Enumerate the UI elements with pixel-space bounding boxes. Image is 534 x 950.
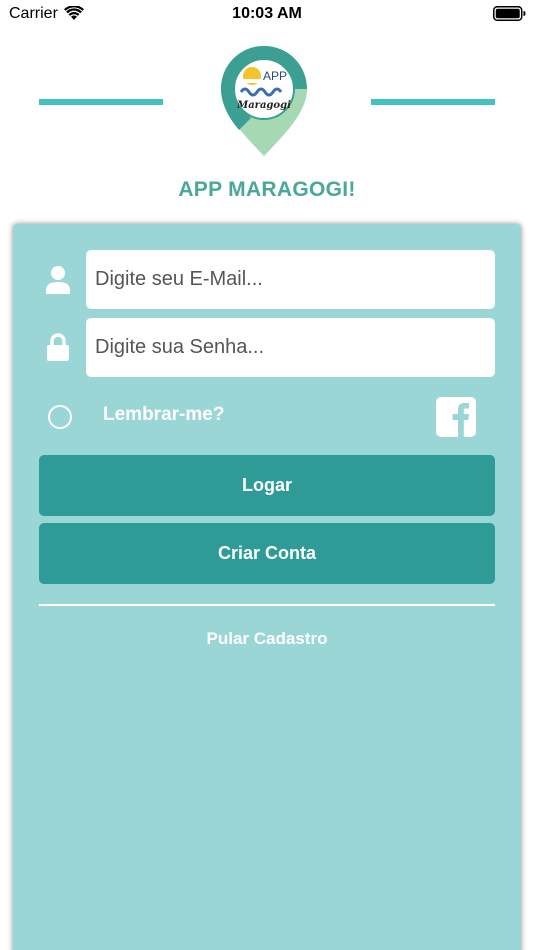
app-title: APP MARAGOGI!: [178, 178, 356, 201]
header-line-right: [371, 99, 495, 105]
battery-icon: [493, 6, 526, 21]
logo-top-text: APP: [263, 69, 287, 83]
remember-me-radio[interactable]: [48, 405, 72, 429]
logo-script-text: Maragogi: [236, 100, 291, 111]
user-icon: [46, 266, 70, 294]
status-time: 10:03 AM: [232, 5, 302, 22]
lock-icon: [47, 333, 69, 361]
login-button[interactable]: Logar: [39, 455, 495, 516]
divider: [39, 604, 495, 606]
email-input[interactable]: [86, 250, 495, 309]
header-line-left: [39, 99, 163, 105]
app-logo: APP Maragogi: [221, 46, 307, 156]
remember-me-label[interactable]: Lembrar-me?: [103, 404, 224, 426]
facebook-icon[interactable]: [436, 397, 476, 437]
status-bar: Carrier 10:03 AM: [0, 0, 534, 28]
login-panel: Lembrar-me? Logar Criar Conta Pular Cada…: [13, 224, 521, 950]
create-account-button[interactable]: Criar Conta: [39, 523, 495, 584]
password-input[interactable]: [86, 318, 495, 377]
skip-registration-link[interactable]: Pular Cadastro: [13, 629, 521, 649]
